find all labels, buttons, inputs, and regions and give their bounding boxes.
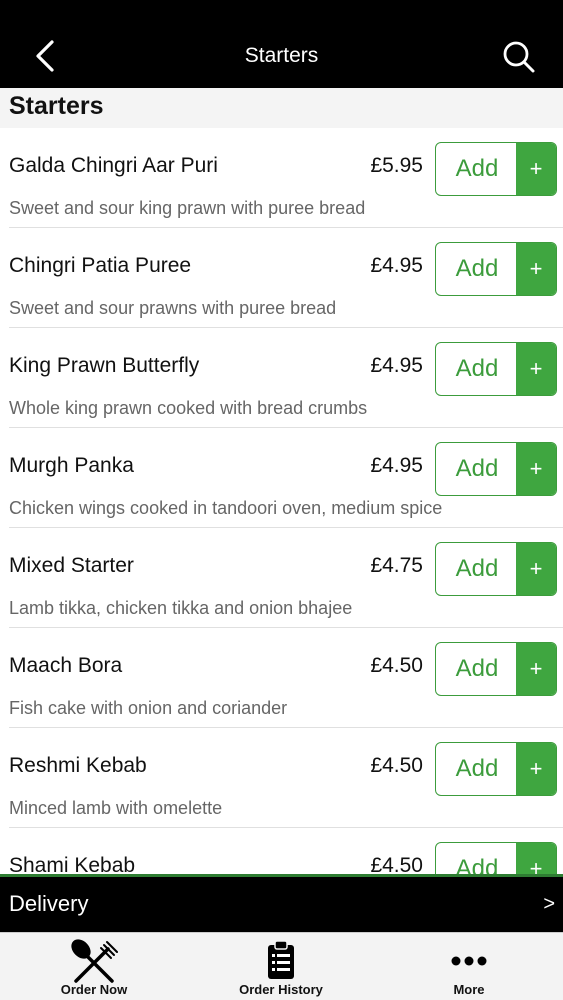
- add-button[interactable]: Add +: [435, 742, 557, 796]
- item-price: £4.95: [370, 354, 423, 377]
- item-price: £4.75: [370, 554, 423, 577]
- section-title: Starters: [9, 92, 104, 120]
- add-label: Add: [455, 355, 499, 382]
- menu-item: Mixed Starter £4.75 Add + Lamb tikka, ch…: [0, 528, 563, 628]
- add-label: Add: [455, 555, 499, 582]
- item-price: £5.95: [370, 154, 423, 177]
- chevron-right-icon: >: [543, 893, 555, 915]
- menu-item: Shami Kebab £4.50 Add +: [0, 828, 563, 874]
- item-description: Lamb tikka, chicken tikka and onion bhaj…: [9, 598, 353, 618]
- tab-order-history[interactable]: Order History: [211, 933, 351, 1000]
- item-name: Maach Bora: [9, 654, 123, 677]
- menu-item: Reshmi Kebab £4.50 Add + Minced lamb wit…: [0, 728, 563, 828]
- plus-icon: +: [516, 643, 556, 695]
- menu-item: Murgh Panka £4.95 Add + Chicken wings co…: [0, 428, 563, 528]
- menu-item: Galda Chingri Aar Puri £5.95 Add + Sweet…: [0, 128, 563, 228]
- item-description: Sweet and sour prawns with puree bread: [9, 298, 337, 318]
- item-name: Galda Chingri Aar Puri: [9, 154, 218, 177]
- plus-icon: +: [516, 843, 556, 874]
- item-price: £4.50: [370, 654, 423, 677]
- item-description: Whole king prawn cooked with bread crumb…: [9, 398, 368, 418]
- menu-item: King Prawn Butterfly £4.95 Add + Whole k…: [0, 328, 563, 428]
- tab-label: More: [453, 982, 485, 997]
- tab-more[interactable]: More: [409, 933, 529, 1000]
- add-button[interactable]: Add +: [435, 342, 557, 396]
- add-label: Add: [455, 455, 499, 482]
- clipboard-icon: [268, 940, 294, 979]
- search-icon[interactable]: [500, 40, 540, 74]
- item-price: £4.50: [370, 854, 423, 874]
- top-nav-bar: Starters: [0, 0, 563, 88]
- add-label: Add: [455, 655, 499, 682]
- tab-label: Order History: [239, 982, 323, 997]
- add-button[interactable]: Add +: [435, 642, 557, 696]
- delivery-bar[interactable]: Delivery >: [0, 874, 563, 932]
- item-name: Murgh Panka: [9, 454, 134, 477]
- item-name: Mixed Starter: [9, 554, 134, 577]
- menu-list[interactable]: Galda Chingri Aar Puri £5.95 Add + Sweet…: [0, 128, 563, 874]
- section-header: Starters: [0, 88, 563, 128]
- plus-icon: +: [516, 143, 556, 195]
- item-description: Chicken wings cooked in tandoori oven, m…: [9, 498, 443, 518]
- add-button[interactable]: Add +: [435, 242, 557, 296]
- item-description: Sweet and sour king prawn with puree bre…: [9, 198, 366, 218]
- item-name: Shami Kebab: [9, 854, 136, 874]
- add-label: Add: [455, 855, 499, 874]
- item-description: Minced lamb with omelette: [9, 798, 223, 818]
- item-name: King Prawn Butterfly: [9, 354, 200, 377]
- add-label: Add: [455, 755, 499, 782]
- plus-icon: +: [516, 243, 556, 295]
- item-price: £4.95: [370, 254, 423, 277]
- add-button[interactable]: Add +: [435, 142, 557, 196]
- tab-order-now[interactable]: Order Now: [24, 933, 164, 1000]
- more-dots-icon: [451, 956, 487, 966]
- bottom-tab-bar: Order Now Order History More: [0, 932, 563, 1000]
- tab-label: Order Now: [60, 982, 128, 997]
- add-label: Add: [455, 155, 499, 182]
- add-button[interactable]: Add +: [435, 442, 557, 496]
- plus-icon: +: [516, 443, 556, 495]
- item-description: Fish cake with onion and coriander: [9, 698, 288, 718]
- menu-item: Chingri Patia Puree £4.95 Add + Sweet an…: [0, 228, 563, 328]
- item-name: Chingri Patia Puree: [9, 254, 192, 277]
- add-button[interactable]: Add +: [435, 542, 557, 596]
- item-name: Reshmi Kebab: [9, 754, 147, 777]
- fork-knife-icon: [71, 939, 118, 983]
- plus-icon: +: [516, 743, 556, 795]
- item-price: £4.50: [370, 754, 423, 777]
- delivery-label: Delivery: [9, 891, 89, 916]
- add-label: Add: [455, 255, 499, 282]
- plus-icon: +: [516, 343, 556, 395]
- plus-icon: +: [516, 543, 556, 595]
- page-title: Starters: [244, 44, 319, 67]
- add-button[interactable]: Add +: [435, 842, 557, 874]
- item-price: £4.95: [370, 454, 423, 477]
- menu-item: Maach Bora £4.50 Add + Fish cake with on…: [0, 628, 563, 728]
